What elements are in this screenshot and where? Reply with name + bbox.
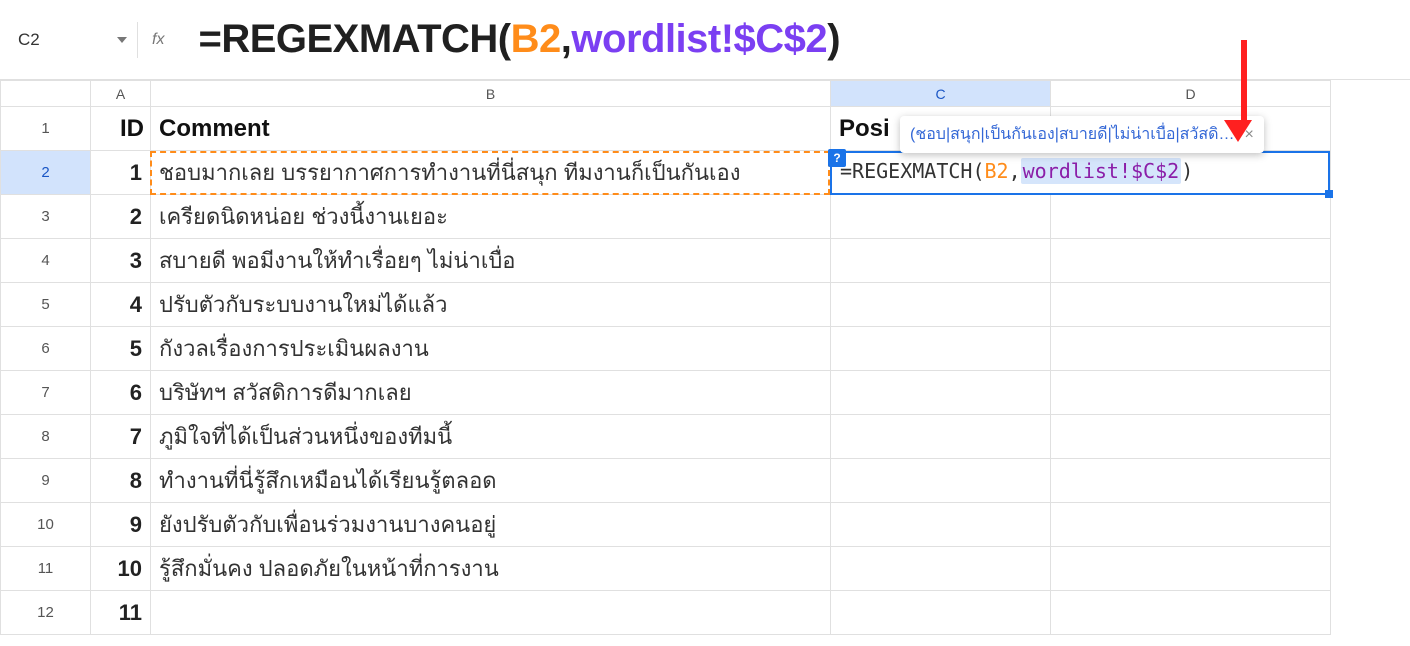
formula-bar: C2 fx = REGEXMATCH ( B2 , wordlist!$C$2 …	[0, 0, 1410, 80]
cell-A7[interactable]: 6	[91, 371, 151, 415]
cell-B4[interactable]: สบายดี พอมีงานให้ทำเรื่อยๆ ไม่น่าเบื่อ	[151, 239, 831, 283]
formula-display[interactable]: = REGEXMATCH ( B2 , wordlist!$C$2 )	[178, 17, 840, 62]
cell-D5[interactable]	[1051, 283, 1331, 327]
tooltip-text: (ชอบ|สนุก|เป็นกันเอง|สบายดี|ไม่น่าเบื่อ|…	[910, 122, 1235, 147]
select-all-corner[interactable]	[1, 81, 91, 107]
row-header-12[interactable]: 12	[1, 591, 91, 635]
cell-C6[interactable]	[831, 327, 1051, 371]
cell-B1[interactable]: Comment	[151, 107, 831, 151]
cell-D7[interactable]	[1051, 371, 1331, 415]
close-icon[interactable]: ×	[1245, 126, 1254, 144]
formula-preview-tooltip: (ชอบ|สนุก|เป็นกันเอง|สบายดี|ไม่น่าเบื่อ|…	[900, 116, 1264, 153]
cell-C9[interactable]	[831, 459, 1051, 503]
cell-D10[interactable]	[1051, 503, 1331, 547]
cell-A2[interactable]: 1	[91, 151, 151, 195]
row-header-4[interactable]: 4	[1, 239, 91, 283]
row-header-8[interactable]: 8	[1, 415, 91, 459]
cell-B6[interactable]: กังวลเรื่องการประเมินผลงาน	[151, 327, 831, 371]
cell-D12[interactable]	[1051, 591, 1331, 635]
row-header-2[interactable]: 2	[1, 151, 91, 195]
col-header-C[interactable]: C	[831, 81, 1051, 107]
cell-B9[interactable]: ทำงานที่นี่รู้สึกเหมือนได้เรียนรู้ตลอด	[151, 459, 831, 503]
cell-B3[interactable]: เครียดนิดหน่อย ช่วงนี้งานเยอะ	[151, 195, 831, 239]
cell-C10[interactable]	[831, 503, 1051, 547]
row-header-3[interactable]: 3	[1, 195, 91, 239]
cell-A3[interactable]: 2	[91, 195, 151, 239]
active-cell-editor[interactable]: ? =REGEXMATCH(B2,wordlist!$C$2)	[830, 151, 1330, 195]
name-box-value: C2	[18, 30, 109, 50]
cell-B7[interactable]: บริษัทฯ สวัสดิการดีมากเลย	[151, 371, 831, 415]
col-header-A[interactable]: A	[91, 81, 151, 107]
row-header-9[interactable]: 9	[1, 459, 91, 503]
col-header-B[interactable]: B	[151, 81, 831, 107]
cell-B2[interactable]: ชอบมากเลย บรรยากาศการทำงานที่นี่สนุก ทีม…	[151, 151, 831, 195]
spreadsheet-grid: A B C D 1 ID Comment Posi 2 1 ชอบมากเลย …	[0, 80, 1410, 635]
cell-A1[interactable]: ID	[91, 107, 151, 151]
chevron-down-icon[interactable]	[117, 37, 127, 43]
cell-D11[interactable]	[1051, 547, 1331, 591]
row-header-1[interactable]: 1	[1, 107, 91, 151]
cell-A6[interactable]: 5	[91, 327, 151, 371]
cell-C4[interactable]	[831, 239, 1051, 283]
row-header-11[interactable]: 11	[1, 547, 91, 591]
col-header-D[interactable]: D	[1051, 81, 1331, 107]
cell-B11[interactable]: รู้สึกมั่นคง ปลอดภัยในหน้าที่การงาน	[151, 547, 831, 591]
active-formula-text[interactable]: =REGEXMATCH(B2,wordlist!$C$2)	[832, 153, 1328, 189]
cell-A5[interactable]: 4	[91, 283, 151, 327]
cell-D9[interactable]	[1051, 459, 1331, 503]
cell-D3[interactable]	[1051, 195, 1331, 239]
cell-C8[interactable]	[831, 415, 1051, 459]
row-header-6[interactable]: 6	[1, 327, 91, 371]
cell-D4[interactable]	[1051, 239, 1331, 283]
cell-A11[interactable]: 10	[91, 547, 151, 591]
cell-C5[interactable]	[831, 283, 1051, 327]
cell-B8[interactable]: ภูมิใจที่ได้เป็นส่วนหนึ่งของทีมนี้	[151, 415, 831, 459]
cell-A10[interactable]: 9	[91, 503, 151, 547]
fill-handle[interactable]	[1325, 190, 1333, 198]
cell-A4[interactable]: 3	[91, 239, 151, 283]
cell-A9[interactable]: 8	[91, 459, 151, 503]
formula-help-icon[interactable]: ?	[828, 149, 846, 167]
cell-B12[interactable]	[151, 591, 831, 635]
cell-A8[interactable]: 7	[91, 415, 151, 459]
cell-B5[interactable]: ปรับตัวกับระบบงานใหม่ได้แล้ว	[151, 283, 831, 327]
cell-D6[interactable]	[1051, 327, 1331, 371]
cell-C12[interactable]	[831, 591, 1051, 635]
row-header-10[interactable]: 10	[1, 503, 91, 547]
cell-C7[interactable]	[831, 371, 1051, 415]
row-header-7[interactable]: 7	[1, 371, 91, 415]
cell-A12[interactable]: 11	[91, 591, 151, 635]
name-box[interactable]: C2	[8, 22, 138, 58]
fx-icon[interactable]: fx	[138, 31, 178, 49]
cell-D8[interactable]	[1051, 415, 1331, 459]
cell-B10[interactable]: ยังปรับตัวกับเพื่อนร่วมงานบางคนอยู่	[151, 503, 831, 547]
cell-C3[interactable]	[831, 195, 1051, 239]
cell-C11[interactable]	[831, 547, 1051, 591]
row-header-5[interactable]: 5	[1, 283, 91, 327]
